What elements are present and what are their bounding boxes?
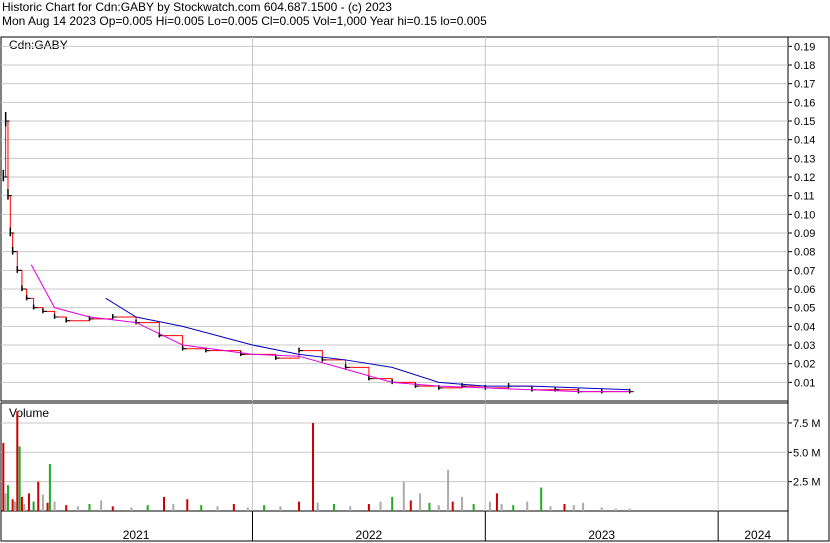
volume-bar xyxy=(200,505,203,511)
volume-bar xyxy=(512,505,515,511)
volume-bar xyxy=(246,507,249,511)
volume-bar xyxy=(451,501,454,511)
price-y-tick-label: 0.05 xyxy=(794,303,815,315)
volume-bar xyxy=(27,493,30,511)
volume-bar xyxy=(495,493,498,511)
price-y-tick-label: 0.13 xyxy=(794,153,815,165)
volume-bar xyxy=(111,506,114,511)
volume-bar xyxy=(409,500,412,511)
volume-bar xyxy=(216,506,219,511)
volume-bar xyxy=(367,503,370,511)
volume-bar xyxy=(316,502,319,511)
volume-bar xyxy=(279,506,282,511)
volume-bar xyxy=(6,485,9,511)
volume-bar xyxy=(172,503,175,511)
volume-bar xyxy=(332,503,335,511)
volume-panel-frame xyxy=(0,402,789,512)
volume-bar xyxy=(76,506,79,511)
volume-bar xyxy=(130,507,133,511)
volume-bar xyxy=(540,487,543,511)
price-y-tick-label: 0.12 xyxy=(794,172,815,184)
price-panel-frame xyxy=(0,36,789,402)
volume-bar xyxy=(419,493,422,511)
price-y-tick-label: 0.09 xyxy=(794,228,815,240)
volume-bar xyxy=(65,505,68,511)
volume-bar xyxy=(11,499,14,511)
volume-bar xyxy=(41,494,44,511)
price-y-tick-label: 0.06 xyxy=(794,284,815,296)
volume-bar xyxy=(37,481,40,511)
volume-bar xyxy=(186,499,189,511)
volume-bar xyxy=(263,505,266,511)
volume-bar xyxy=(628,508,631,511)
volume-bar xyxy=(600,507,603,511)
volume-bar xyxy=(232,503,235,511)
volume-bar xyxy=(500,503,503,511)
volume-bar xyxy=(88,503,91,511)
volume-bar xyxy=(16,411,19,511)
x-axis-strip xyxy=(0,510,789,542)
volume-bar xyxy=(437,505,440,511)
volume-bar xyxy=(18,446,21,511)
volume-bar xyxy=(402,481,405,511)
volume-bar xyxy=(13,501,16,511)
volume-y-ticks: 7.5 M 5.0 M 2.5 M xyxy=(788,418,821,489)
volume-bar xyxy=(549,506,552,511)
volume-bar xyxy=(582,502,585,511)
volume-bar xyxy=(379,501,382,511)
volume-bar xyxy=(526,501,529,511)
volume-bar xyxy=(46,502,49,511)
volume-bar xyxy=(32,501,35,511)
volume-bar xyxy=(461,496,464,511)
price-y-tick-label: 0.10 xyxy=(794,209,815,221)
price-y-tick-label: 0.08 xyxy=(794,247,815,259)
volume-bar xyxy=(4,493,7,511)
volume-bar xyxy=(23,503,26,511)
volume-bar xyxy=(391,496,394,511)
volume-bar xyxy=(20,496,23,511)
volume-bar xyxy=(298,501,301,511)
chart-window: Historic Chart for Cdn:GABY by Stockwatc… xyxy=(0,0,830,543)
volume-bar xyxy=(100,500,103,511)
volume-bar xyxy=(48,464,51,511)
volume-bar xyxy=(488,501,491,511)
price-y-tick-label: 0.11 xyxy=(794,191,815,203)
price-y-tick-label: 0.16 xyxy=(794,97,815,109)
volume-bar xyxy=(572,505,575,511)
price-y-tick-label: 0.03 xyxy=(794,340,815,352)
x-tick-label: 2023 xyxy=(588,528,615,542)
price-y-tick-label: 0.15 xyxy=(794,116,815,128)
volume-bar xyxy=(447,469,450,511)
historic-chart: Cdn:GABY Volume 0.19 0.18 0.17 0.16 0.15 0.14… xyxy=(0,36,830,542)
volume-bar xyxy=(146,505,149,511)
price-y-tick-label: 0.04 xyxy=(794,321,815,333)
volume-bar xyxy=(428,502,431,511)
price-y-tick-label: 0.17 xyxy=(794,79,815,91)
volume-bar xyxy=(162,496,165,511)
volume-bar xyxy=(53,501,56,511)
x-tick-label: 2024 xyxy=(744,528,771,542)
price-y-tick-label: 0.18 xyxy=(794,60,815,72)
volume-panel-title: Volume xyxy=(9,406,49,420)
volume-bar xyxy=(2,442,5,511)
x-tick-label: 2021 xyxy=(123,528,150,542)
price-y-tick-label: 0.14 xyxy=(794,135,815,147)
volume-bar xyxy=(472,503,475,511)
volume-y-tick-label: 5.0 M xyxy=(793,447,821,459)
price-y-tick-label: 0.02 xyxy=(794,359,815,371)
price-y-tick-label: 0.19 xyxy=(794,41,815,53)
volume-bar xyxy=(614,508,617,511)
volume-bar xyxy=(349,506,352,511)
price-panel-title: Cdn:GABY xyxy=(9,38,68,52)
volume-bar xyxy=(312,422,315,511)
volume-y-tick-label: 2.5 M xyxy=(793,477,821,489)
price-y-tick-label: 0.01 xyxy=(794,377,815,389)
volume-bar xyxy=(563,503,566,511)
x-tick-label: 2022 xyxy=(356,528,383,542)
price-y-tick-label: 0.07 xyxy=(794,265,815,277)
volume-y-tick-label: 7.5 M xyxy=(793,418,821,430)
